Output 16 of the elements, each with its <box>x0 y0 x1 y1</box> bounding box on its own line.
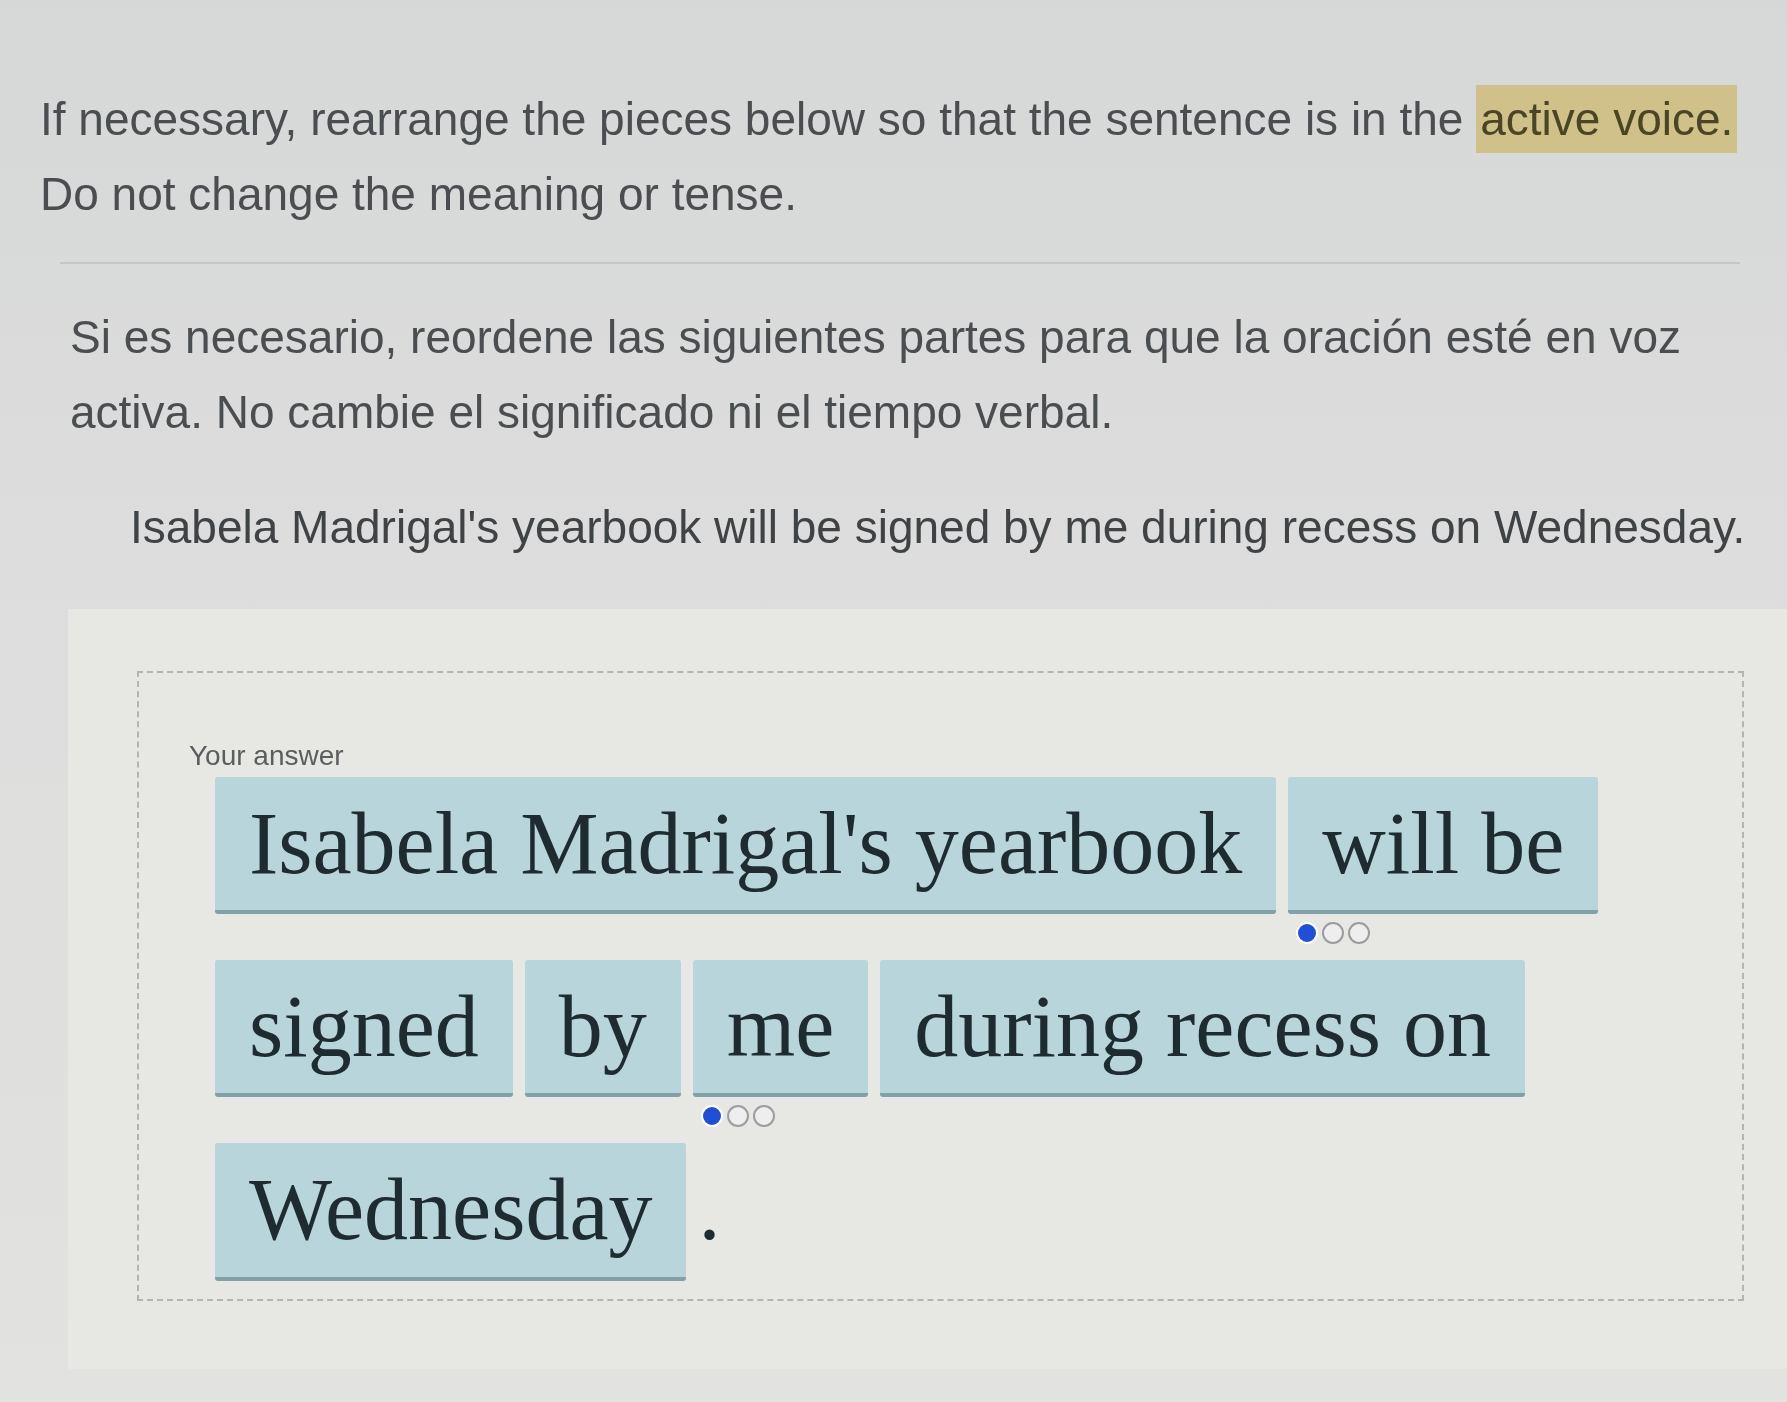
option-dot-icon[interactable] <box>752 1105 775 1128</box>
word-tile[interactable]: signed <box>215 960 513 1098</box>
instruction-text: If necessary, rearrange the pieces below so that the sentence is in the active voice. Do not change the meaning or tense. <box>40 82 1780 232</box>
word-tile[interactable]: Wednesday <box>215 1143 687 1281</box>
word-tile[interactable]: Isabela Madrigal's yearbook <box>215 777 1277 915</box>
source-sentence: Isabela Madrigal's yearbook will be signed by me during recess on Wednesday. <box>130 500 1747 555</box>
option-dot-icon[interactable] <box>1322 922 1345 945</box>
period-text: . <box>698 1160 721 1261</box>
answer-label: Your answer <box>189 739 344 773</box>
instruction-text: Si es necesario, reordene las siguientes partes para que la oración esté en voz activa. No cambie el significado ni el tiempo verbal. <box>70 310 1682 440</box>
option-dot-icon[interactable] <box>1348 922 1371 945</box>
word-tile[interactable]: me <box>692 960 869 1098</box>
word-tile[interactable]: will be <box>1288 777 1599 915</box>
option-dot-icon[interactable] <box>726 1105 749 1128</box>
word-tile[interactable]: during recess on <box>880 960 1525 1098</box>
word-tile[interactable]: by <box>524 960 681 1098</box>
